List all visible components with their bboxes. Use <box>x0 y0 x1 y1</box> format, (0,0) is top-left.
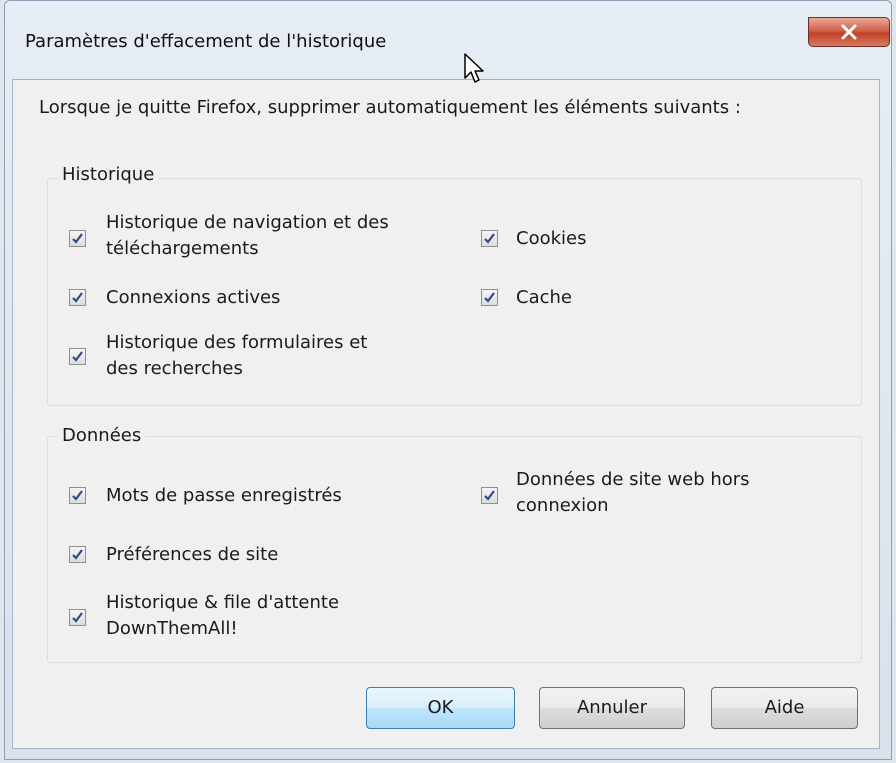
cache-checkbox[interactable] <box>481 289 498 306</box>
active-connections-checkbox[interactable] <box>69 289 86 306</box>
active-connections-label: Connexions actives <box>106 287 281 308</box>
offline-data-checkbox[interactable] <box>481 487 498 504</box>
site-preferences-checkbox[interactable] <box>69 546 86 563</box>
checkmark-icon <box>72 549 83 560</box>
downthemall-label: Historique & file d'attente DownThemAll! <box>106 592 340 639</box>
form-history-checkbox[interactable] <box>69 348 86 365</box>
offline-data-label: Données de site web hors connexion <box>516 469 750 516</box>
donnees-group-label: Données <box>58 425 146 446</box>
checkmark-icon <box>484 233 495 244</box>
checkmark-icon <box>484 490 495 501</box>
help-button[interactable]: Aide <box>711 687 858 729</box>
description-text: Lorsque je quitte Firefox, supprimer aut… <box>39 97 741 118</box>
saved-passwords-label: Mots de passe enregistrés <box>106 485 342 506</box>
checkmark-icon <box>72 351 83 362</box>
mouse-cursor-icon <box>464 53 484 83</box>
window-title: Paramètres d'effacement de l'historique <box>25 31 387 52</box>
downthemall-checkbox[interactable] <box>69 609 86 626</box>
saved-passwords-checkbox[interactable] <box>69 487 86 504</box>
form-history-label: Historique des formulaires et des recher… <box>106 332 368 379</box>
ok-button[interactable]: OK <box>366 687 515 729</box>
cancel-button[interactable]: Annuler <box>539 687 685 729</box>
checkmark-icon <box>72 612 83 623</box>
checkmark-icon <box>72 233 83 244</box>
close-icon <box>841 24 857 40</box>
checkmark-icon <box>484 292 495 303</box>
close-button[interactable] <box>808 17 890 47</box>
history-navigation-label: Historique de navigation et des téléchar… <box>106 212 389 259</box>
cookies-label: Cookies <box>516 228 587 249</box>
history-navigation-checkbox[interactable] <box>69 230 86 247</box>
checkmark-icon <box>72 292 83 303</box>
checkmark-icon <box>72 490 83 501</box>
cache-label: Cache <box>516 287 572 308</box>
site-preferences-label: Préférences de site <box>106 544 279 565</box>
historique-group-label: Historique <box>58 164 159 185</box>
cookies-checkbox[interactable] <box>481 230 498 247</box>
